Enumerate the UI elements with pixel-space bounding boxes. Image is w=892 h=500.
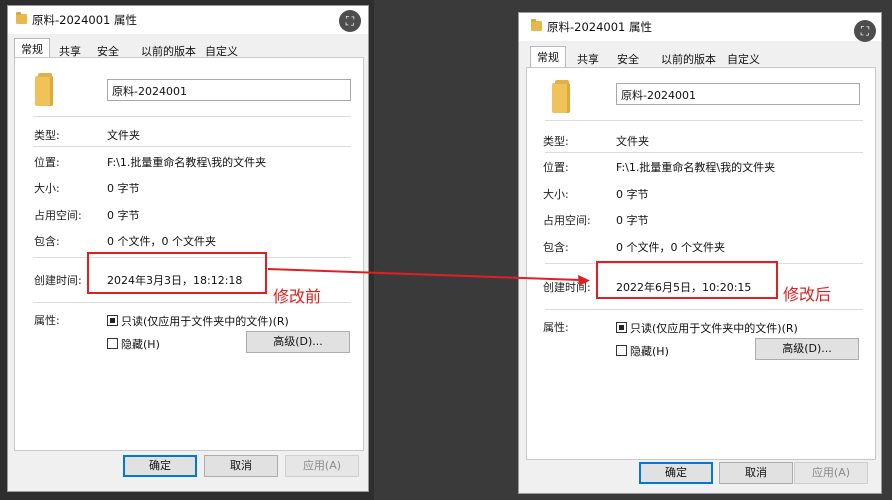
arrow-icon — [267, 268, 590, 286]
